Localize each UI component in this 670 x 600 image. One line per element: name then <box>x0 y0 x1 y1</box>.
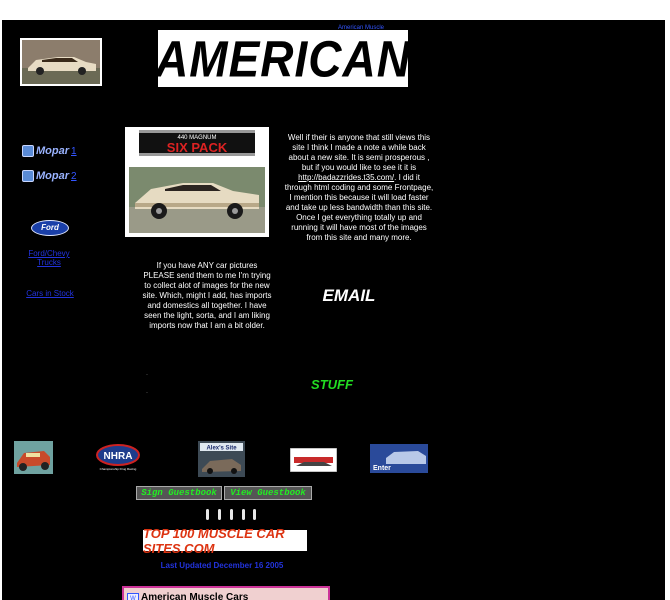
mopar-logo-icon <box>22 145 34 157</box>
intro-text-before: Well if their is anyone that still views… <box>287 133 431 172</box>
nhra-logo-icon: NHRA Championship Drug Racing <box>96 444 140 471</box>
sidebar-mopar-link-2[interactable]: Mopar 2 <box>22 170 77 182</box>
webring-icon: W <box>127 593 139 600</box>
top100-text: TOP 100 MUSCLE CAR SITES.COM <box>143 525 285 556</box>
intro-text-after: . I did it through html coding and some … <box>284 173 434 242</box>
enter-logo[interactable]: Enter <box>370 444 428 473</box>
alex-site-text: Alex's Site <box>206 446 237 452</box>
webring-box[interactable]: W American Muscle Cars <box>122 586 330 600</box>
nhra-logo[interactable]: NHRA Championship Drug Racing <box>94 444 142 472</box>
sixpack-line2: SIX PACK <box>167 140 228 155</box>
nhra-text: NHRA <box>104 451 133 462</box>
ford-logo-text: Ford <box>41 223 59 232</box>
sidebar-link-cars-in-stock[interactable]: Cars in Stock <box>16 289 84 298</box>
last-updated-text: Last Updated December 16 2005 <box>160 561 284 570</box>
decorative-dot: · <box>146 372 148 378</box>
mopar-logo-text: Mopar <box>36 170 69 182</box>
enter-text: Enter <box>373 465 391 472</box>
drag-car-icon <box>14 441 53 474</box>
sixpack-car-image: 440 MAGNUM SIX PACK <box>125 127 269 237</box>
sixpack-car-icon: 440 MAGNUM SIX PACK <box>125 127 269 237</box>
request-paragraph: If you have ANY car pictures PLEASE send… <box>142 261 272 330</box>
car-photo-icon <box>22 40 100 84</box>
nhra-subtext: Championship Drug Racing <box>100 467 137 471</box>
counter-digit <box>253 509 256 520</box>
ford-logo-link[interactable]: Ford <box>31 220 69 236</box>
title-banner: AMERICAN <box>155 29 411 88</box>
drag-car-logo[interactable] <box>14 441 53 474</box>
webring-label[interactable]: American Muscle Cars <box>141 592 248 600</box>
sign-guestbook-button[interactable]: Sign Guestbook <box>136 486 222 500</box>
alex-site-logo[interactable]: Alex's Site <box>198 441 245 477</box>
intro-paragraph: Well if their is anyone that still views… <box>284 133 434 243</box>
new-site-link[interactable]: http://badazzrides.t35.com/ <box>298 173 394 182</box>
page-title: AMERICAN <box>155 29 411 88</box>
banner-logo[interactable] <box>290 448 337 472</box>
email-link[interactable]: EMAIL <box>314 286 384 306</box>
counter-digit <box>206 509 209 520</box>
stuff-link[interactable]: STUFF <box>302 377 362 392</box>
mopar-link-number[interactable]: 2 <box>71 171 77 182</box>
top100-banner-link[interactable]: TOP 100 MUSCLE CAR SITES.COM <box>143 526 307 556</box>
banner-logo-icon <box>290 448 337 472</box>
mopar-logo-text: Mopar <box>36 145 69 157</box>
alex-site-icon: Alex's Site <box>198 441 245 477</box>
decorative-dot: · <box>146 390 148 396</box>
counter-digit <box>218 509 221 520</box>
view-guestbook-button[interactable]: View Guestbook <box>224 486 312 500</box>
sidebar-mopar-link-1[interactable]: Mopar 1 <box>22 145 77 157</box>
enter-logo-icon: Enter <box>370 444 428 473</box>
counter-digit <box>242 509 245 520</box>
sidebar-car-thumbnail[interactable] <box>20 38 102 86</box>
mopar-link-number[interactable]: 1 <box>71 146 77 157</box>
mopar-logo-icon <box>22 170 34 182</box>
page-background: American Muscle Mopar 1 Mopar 2 Ford For… <box>2 20 665 600</box>
counter-digit <box>230 509 233 520</box>
sidebar-link-trucks[interactable]: Ford/Chevy Trucks <box>24 249 74 267</box>
